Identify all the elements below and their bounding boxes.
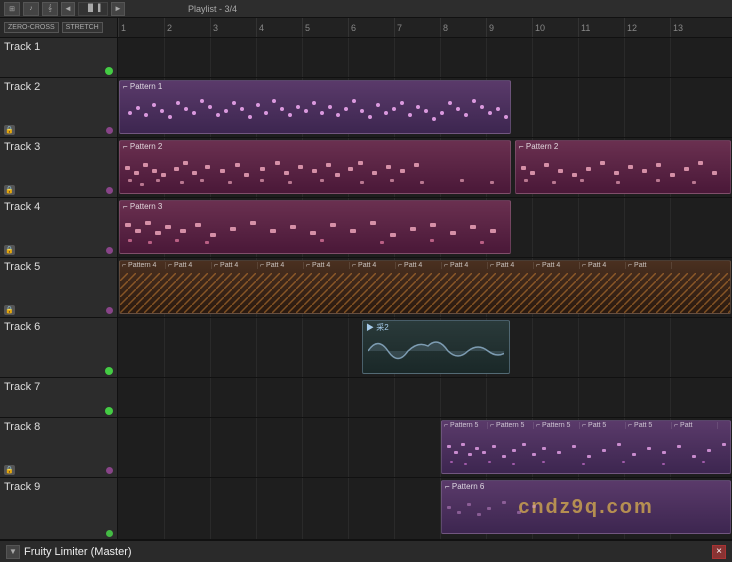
track-row: Track 3 🔒 bbox=[0, 138, 732, 198]
track-row: Track 1 bbox=[0, 38, 732, 78]
track-2-lock-icon[interactable]: 🔒 bbox=[4, 125, 15, 135]
ruler-mark-3: 3 bbox=[210, 18, 218, 37]
track-4-label: Track 4 🔒 bbox=[0, 198, 118, 257]
track-8-lock-icon[interactable]: 🔒 bbox=[4, 465, 15, 475]
toolbar: ⊞ ♪ 𝄞 ◄ ▐▌▐ ► Playlist - 3/4 bbox=[0, 0, 732, 18]
toolbar-icon-1[interactable]: ⊞ bbox=[4, 2, 20, 16]
track-9-dot[interactable] bbox=[106, 530, 113, 537]
ruler-mark-5: 5 bbox=[302, 18, 310, 37]
ruler-mark-11: 11 bbox=[578, 18, 590, 37]
track-7-label: Track 7 bbox=[0, 378, 118, 417]
track-4-content[interactable]: ⌐ Pattern 3 bbox=[118, 198, 732, 257]
track-3-dot[interactable] bbox=[106, 187, 113, 194]
track-7-content[interactable] bbox=[118, 378, 732, 417]
timeline-header: ZERO-CROSS STRETCH 1 2 3 4 5 6 7 8 9 10 … bbox=[0, 18, 732, 38]
track-5-lock-icon[interactable]: 🔒 bbox=[4, 305, 15, 315]
bottom-bar-collapse-icon[interactable]: ▼ bbox=[6, 545, 20, 559]
track-row: Track 8 🔒 bbox=[0, 418, 732, 478]
track-9-pattern-6[interactable]: ⌐ Pattern 6 cndz9q.com bbox=[441, 480, 731, 534]
track-2-dot[interactable] bbox=[106, 127, 113, 134]
track-3-label: Track 3 🔒 bbox=[0, 138, 118, 197]
bottom-bar-title: Fruity Limiter (Master) bbox=[24, 546, 132, 558]
bottom-bar-close-button[interactable]: × bbox=[712, 545, 726, 559]
toolbar-icon-4[interactable]: ▐▌▐ bbox=[78, 2, 108, 16]
track-7-green-dot[interactable] bbox=[105, 407, 113, 415]
track-2-content[interactable]: ⌐ Pattern 1 bbox=[118, 78, 732, 137]
ruler-mark-8: 8 bbox=[440, 18, 448, 37]
ruler: 1 2 3 4 5 6 7 8 9 10 11 12 13 bbox=[118, 18, 732, 37]
track-2-pattern-1[interactable]: ⌐ Pattern 1 bbox=[119, 80, 511, 134]
toolbar-right-arrow[interactable]: ► bbox=[111, 2, 125, 16]
track-row: Track 9 ⌐ Pattern 6 bbox=[0, 478, 732, 540]
track-4-lock-icon[interactable]: 🔒 bbox=[4, 245, 15, 255]
ruler-mark-4: 4 bbox=[256, 18, 264, 37]
track-row: Track 2 🔒 bbox=[0, 78, 732, 138]
ruler-mark-7: 7 bbox=[394, 18, 402, 37]
ruler-mark-9: 9 bbox=[486, 18, 494, 37]
track-5-dot[interactable] bbox=[106, 307, 113, 314]
track-3-name: Track 3 bbox=[4, 141, 113, 153]
ruler-mark-2: 2 bbox=[164, 18, 172, 37]
tracks-container: Track 1 Tra bbox=[0, 38, 732, 540]
track-8-name: Track 8 bbox=[4, 421, 113, 433]
toolbar-icon-2[interactable]: ♪ bbox=[23, 2, 39, 16]
track-5-label: Track 5 🔒 bbox=[0, 258, 118, 317]
track-8-patterns[interactable]: ⌐ Pattern 5 ⌐ Pattern 5 ⌐ Pattern 5 ⌐ Pa… bbox=[441, 420, 731, 474]
track-8-label: Track 8 🔒 bbox=[0, 418, 118, 477]
track-6-green-dot[interactable] bbox=[105, 367, 113, 375]
track-3-pattern-2a[interactable]: ⌐ Pattern 2 bbox=[119, 140, 511, 194]
track-6-label: Track 6 bbox=[0, 318, 118, 377]
ruler-mark-6: 6 bbox=[348, 18, 356, 37]
stretch-toggle[interactable]: STRETCH bbox=[62, 22, 103, 33]
track-row: Track 7 bbox=[0, 378, 732, 418]
zero-cross-toggle[interactable]: ZERO-CROSS bbox=[4, 22, 59, 33]
track-4-pattern-3[interactable]: ⌐ Pattern 3 bbox=[119, 200, 511, 254]
track-5-content[interactable]: ⌐ Pattern 4 ⌐ Patt 4 ⌐ Patt 4 ⌐ Patt 4 ⌐… bbox=[118, 258, 732, 317]
track-5-name: Track 5 bbox=[4, 261, 113, 273]
track-6-content[interactable]: ▶ 采2 bbox=[118, 318, 732, 377]
track-7-name: Track 7 bbox=[4, 381, 113, 393]
track-8-content[interactable]: ⌐ Pattern 5 ⌐ Pattern 5 ⌐ Pattern 5 ⌐ Pa… bbox=[118, 418, 732, 477]
track-6-audio-clip[interactable]: ▶ 采2 bbox=[362, 320, 510, 374]
app-container: ⊞ ♪ 𝄞 ◄ ▐▌▐ ► Playlist - 3/4 ZERO-CROSS … bbox=[0, 0, 732, 562]
ruler-mark-12: 12 bbox=[624, 18, 637, 37]
ruler-mark-1: 1 bbox=[118, 18, 126, 37]
toolbar-left-arrow[interactable]: ◄ bbox=[61, 2, 75, 16]
track-label-header: ZERO-CROSS STRETCH bbox=[0, 18, 118, 37]
track-6-name: Track 6 bbox=[4, 321, 113, 333]
track-2-name: Track 2 bbox=[4, 81, 113, 93]
track-row: Track 4 🔒 bbox=[0, 198, 732, 258]
track-3-lock-icon[interactable]: 🔒 bbox=[4, 185, 15, 195]
track-4-name: Track 4 bbox=[4, 201, 113, 213]
track-4-dot[interactable] bbox=[106, 247, 113, 254]
track-9-content[interactable]: ⌐ Pattern 6 cndz9q.com bbox=[118, 478, 732, 539]
track-1-green-dot[interactable] bbox=[105, 67, 113, 75]
track-3-pattern-2b[interactable]: ⌐ Pattern 2 bbox=[515, 140, 731, 194]
ruler-mark-13: 13 bbox=[670, 18, 683, 37]
track-1-content[interactable] bbox=[118, 38, 732, 77]
track-2-label: Track 2 🔒 bbox=[0, 78, 118, 137]
track-9-name: Track 9 bbox=[4, 481, 113, 493]
ruler-mark-10: 10 bbox=[532, 18, 545, 37]
playlist-title: Playlist - 3/4 bbox=[188, 4, 237, 14]
track-8-dot[interactable] bbox=[106, 467, 113, 474]
bottom-bar: ▼ Fruity Limiter (Master) × bbox=[0, 540, 732, 562]
toolbar-icon-3[interactable]: 𝄞 bbox=[42, 2, 58, 16]
track-9-label: Track 9 bbox=[0, 478, 118, 539]
track-1-label: Track 1 bbox=[0, 38, 118, 77]
track-row: Track 6 ▶ 采2 bbox=[0, 318, 732, 378]
track-5-patterns[interactable]: ⌐ Pattern 4 ⌐ Patt 4 ⌐ Patt 4 ⌐ Patt 4 ⌐… bbox=[119, 260, 731, 314]
track-1-name: Track 1 bbox=[4, 41, 113, 53]
track-3-content[interactable]: ⌐ Pattern 2 bbox=[118, 138, 732, 197]
track-row: Track 5 🔒 bbox=[0, 258, 732, 318]
